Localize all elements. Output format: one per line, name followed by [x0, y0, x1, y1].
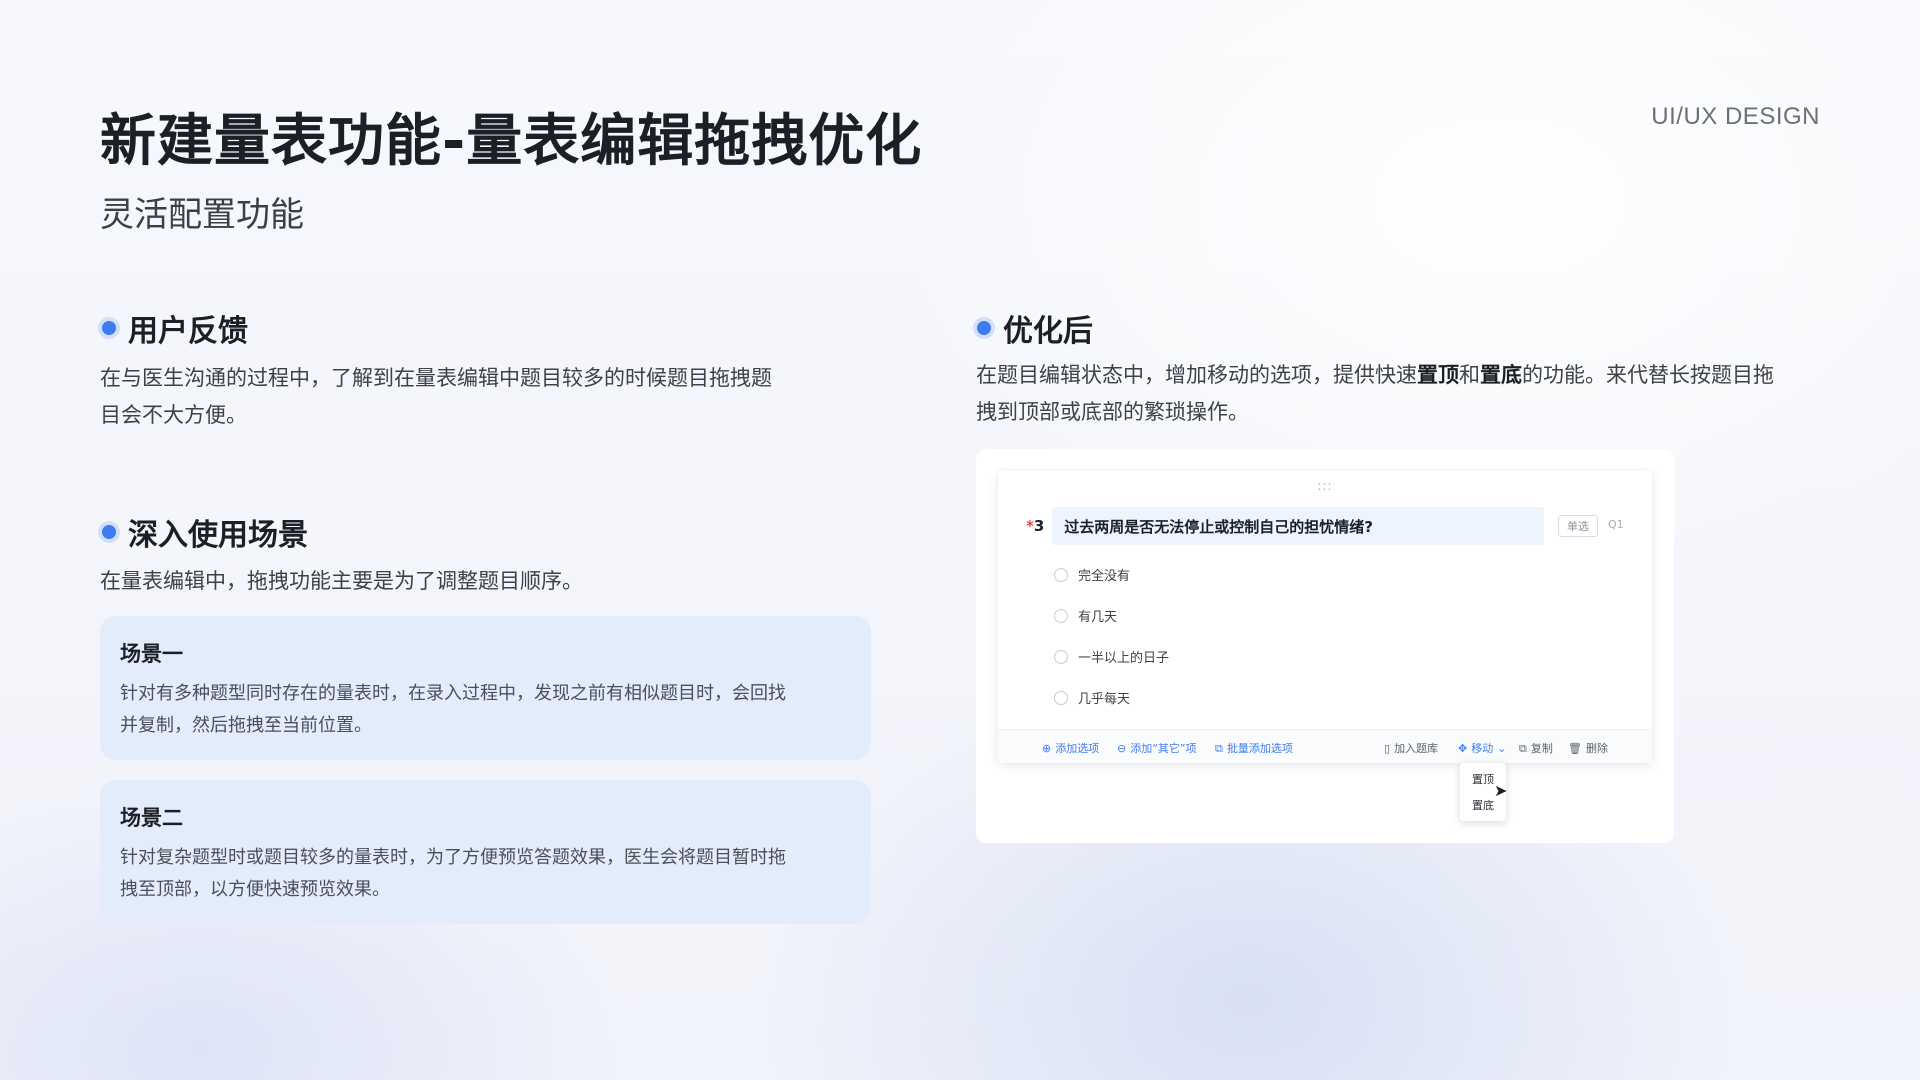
optimized-text-part: 的功能。来代替长按题目拖	[1522, 363, 1774, 387]
feedback-text: 在与医生沟通的过程中，了解到在量表编辑中题目较多的时候题目拖拽题 目会不大方便。	[100, 360, 880, 434]
scenario-card-line: 拽至顶部，以方便快速预览效果。	[120, 879, 390, 900]
minus-circle-icon: ⊖	[1117, 741, 1127, 755]
option-label[interactable]: 一半以上的日子	[1078, 647, 1169, 666]
radio-icon[interactable]	[1054, 567, 1068, 582]
move-icon: ✥	[1458, 741, 1468, 755]
section-scenarios-heading: 深入使用场景	[102, 510, 308, 554]
scenario-card-text: 针对复杂题型时或题目较多的量表时，为了方便预览答题效果，医生会将题目暂时拖 拽至…	[120, 842, 851, 906]
slide: 新建量表功能-量表编辑拖拽优化 灵活配置功能 UI/UX DESIGN 用户反馈…	[0, 0, 1920, 1080]
add-other-button[interactable]: ⊖ 添加“其它”项	[1117, 740, 1197, 756]
radio-icon[interactable]	[1054, 690, 1068, 705]
add-to-bank-label: 加入题库	[1394, 742, 1439, 755]
duplicate-icon: ⧉	[1519, 741, 1527, 755]
section-scenarios-title: 深入使用场景	[128, 518, 308, 553]
brand-label: UI/UX DESIGN	[1651, 103, 1820, 130]
plus-circle-icon: ⊕	[1042, 741, 1052, 755]
scenario-card-line: 针对有多种题型同时存在的量表时，在录入过程中，发现之前有相似题目时，会回找	[120, 683, 786, 704]
option-label[interactable]: 几乎每天	[1078, 688, 1130, 707]
chevron-down-icon: ⌄	[1497, 741, 1507, 755]
required-mark: *	[1026, 517, 1034, 535]
scenario-card-line: 针对复杂题型时或题目较多的量表时，为了方便预览答题效果，医生会将题目暂时拖	[120, 847, 786, 868]
feedback-line-1: 在与医生沟通的过程中，了解到在量表编辑中题目较多的时候题目拖拽题	[100, 366, 772, 390]
bookmark-icon: ▯	[1384, 741, 1391, 755]
optimized-text-bold: 置顶	[1417, 363, 1459, 387]
optimized-text-part: 和	[1459, 363, 1480, 387]
copy-label: 复制	[1530, 742, 1553, 755]
radio-icon[interactable]	[1054, 649, 1068, 664]
editor-preview-panel: ::: * 3 过去两周是否无法停止或控制自己的担忧情绪? 单选 Q1 完全没有…	[976, 449, 1674, 843]
scenarios-intro: 在量表编辑中，拖拽功能主要是为了调整题目顺序。	[100, 569, 583, 593]
scenario-card-2: 场景二 针对复杂题型时或题目较多的量表时，为了方便预览答题效果，医生会将题目暂时…	[100, 780, 871, 924]
option-item[interactable]: 几乎每天	[1054, 688, 1130, 707]
optimized-line-2: 拽到顶部或底部的繁琐操作。	[976, 400, 1249, 424]
bullet-dot	[102, 321, 116, 335]
optimized-line-1: 在题目编辑状态中，增加移动的选项，提供快速置顶和置底的功能。来代替长按题目拖	[976, 357, 1826, 394]
option-label[interactable]: 有几天	[1078, 606, 1117, 625]
copy-button[interactable]: ⧉ 复制	[1519, 740, 1553, 756]
optimized-text: 在题目编辑状态中，增加移动的选项，提供快速置顶和置底的功能。来代替长按题目拖 拽…	[976, 357, 1826, 431]
delete-button[interactable]: 🗑 删除	[1568, 740, 1608, 756]
scenario-card-text: 针对有多种题型同时存在的量表时，在录入过程中，发现之前有相似题目时，会回找 并复…	[120, 678, 851, 742]
question-toolbar: ⊕ 添加选项 ⊖ 添加“其它”项 ⧉ 批量添加选项 ▯ 加入题库 ✥ 移动 ⌄ …	[998, 729, 1652, 763]
mouse-cursor-icon: ➤	[1494, 781, 1508, 800]
scenario-card-title: 场景一	[120, 642, 183, 666]
option-item[interactable]: 完全没有	[1054, 565, 1130, 584]
question-type-badge[interactable]: 单选	[1558, 515, 1598, 537]
scenario-card-1: 场景一 针对有多种题型同时存在的量表时，在录入过程中，发现之前有相似题目时，会回…	[100, 616, 871, 760]
add-option-label: 添加选项	[1055, 742, 1100, 755]
optimized-text-part: 在题目编辑状态中，增加移动的选项，提供快速	[976, 363, 1417, 387]
batch-add-label: 批量添加选项	[1226, 742, 1293, 755]
bullet-dot	[977, 321, 991, 335]
option-item[interactable]: 有几天	[1054, 606, 1117, 625]
section-optimized-title: 优化后	[1003, 314, 1093, 349]
optimized-text-bold: 置底	[1480, 363, 1522, 387]
section-feedback-heading: 用户反馈	[102, 306, 248, 350]
option-item[interactable]: 一半以上的日子	[1054, 647, 1169, 666]
trash-icon: 🗑	[1568, 741, 1582, 755]
section-feedback-title: 用户反馈	[128, 314, 248, 349]
scenario-card-line: 并复制，然后拖拽至当前位置。	[120, 715, 372, 736]
radio-icon[interactable]	[1054, 608, 1068, 623]
section-optimized-heading: 优化后	[977, 306, 1093, 350]
move-button[interactable]: ✥ 移动 ⌄	[1458, 740, 1506, 756]
batch-add-button[interactable]: ⧉ 批量添加选项	[1215, 740, 1293, 756]
add-to-bank-button[interactable]: ▯ 加入题库	[1384, 740, 1438, 756]
question-number: 3	[1033, 517, 1045, 535]
page-subtitle: 灵活配置功能	[100, 195, 304, 235]
question-id: Q1	[1608, 518, 1624, 531]
question-editor-card[interactable]: ::: * 3 过去两周是否无法停止或控制自己的担忧情绪? 单选 Q1 完全没有…	[998, 471, 1652, 763]
page-title-text: 新建量表功能-量表编辑拖拽优化	[100, 109, 923, 174]
option-label[interactable]: 完全没有	[1078, 565, 1130, 584]
add-option-button[interactable]: ⊕ 添加选项	[1042, 740, 1099, 756]
delete-label: 删除	[1585, 742, 1608, 755]
scenario-card-title: 场景二	[120, 806, 183, 830]
move-label: 移动	[1471, 742, 1494, 755]
question-header: * 3 过去两周是否无法停止或控制自己的担忧情绪?	[1026, 507, 1545, 545]
feedback-line-2: 目会不大方便。	[100, 403, 247, 427]
copy-icon: ⧉	[1215, 741, 1223, 755]
add-other-label: 添加“其它”项	[1130, 742, 1197, 755]
drag-handle-icon[interactable]: :::	[998, 479, 1652, 493]
bullet-dot	[102, 525, 116, 539]
header: 新建量表功能-量表编辑拖拽优化 灵活配置功能	[100, 96, 927, 236]
page-title: 新建量表功能-量表编辑拖拽优化	[100, 96, 927, 177]
question-title-input[interactable]: 过去两周是否无法停止或控制自己的担忧情绪?	[1052, 507, 1545, 545]
